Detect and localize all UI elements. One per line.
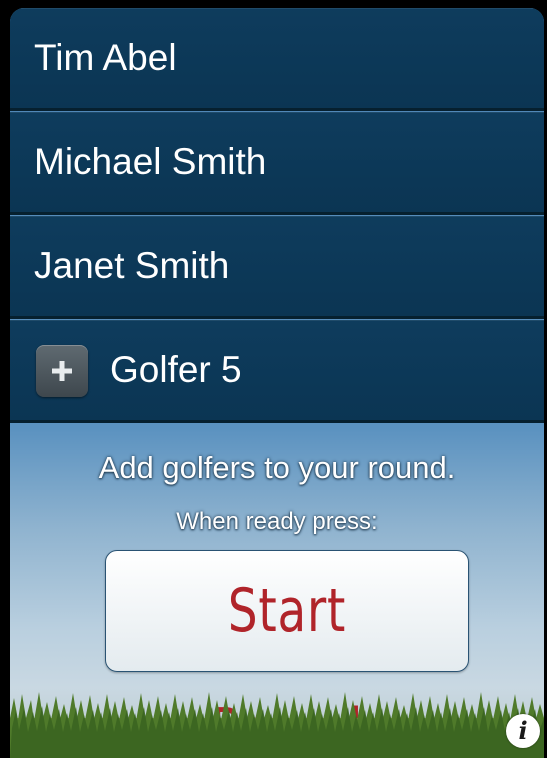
grass-decoration — [10, 692, 544, 758]
golfer-row[interactable]: Tim Abel — [10, 8, 544, 111]
info-icon: i — [518, 716, 528, 745]
app-screen: Tim Abel Michael Smith Janet Smith Golfe… — [10, 8, 544, 758]
golfer-row[interactable]: Michael Smith — [10, 112, 544, 215]
plus-icon — [52, 361, 72, 381]
golfer-name: Tim Abel — [34, 37, 177, 78]
add-golfer-label: Golfer 5 — [110, 349, 242, 390]
ready-prompt: When ready press: — [176, 508, 378, 535]
golfer-name: Janet Smith — [34, 245, 230, 286]
golfer-name: Michael Smith — [34, 141, 267, 182]
info-button[interactable]: i — [506, 714, 540, 748]
instruction-text: Add golfers to your round. — [98, 450, 456, 485]
device-frame: Tim Abel Michael Smith Janet Smith Golfe… — [0, 0, 547, 758]
add-golfer-button[interactable] — [36, 345, 88, 397]
add-golfer-row[interactable]: Golfer 5 — [10, 320, 544, 423]
start-round-label: Start Round — [211, 576, 362, 758]
golfer-row[interactable]: Janet Smith — [10, 216, 544, 319]
start-round-button[interactable]: Start Round — [105, 550, 469, 758]
